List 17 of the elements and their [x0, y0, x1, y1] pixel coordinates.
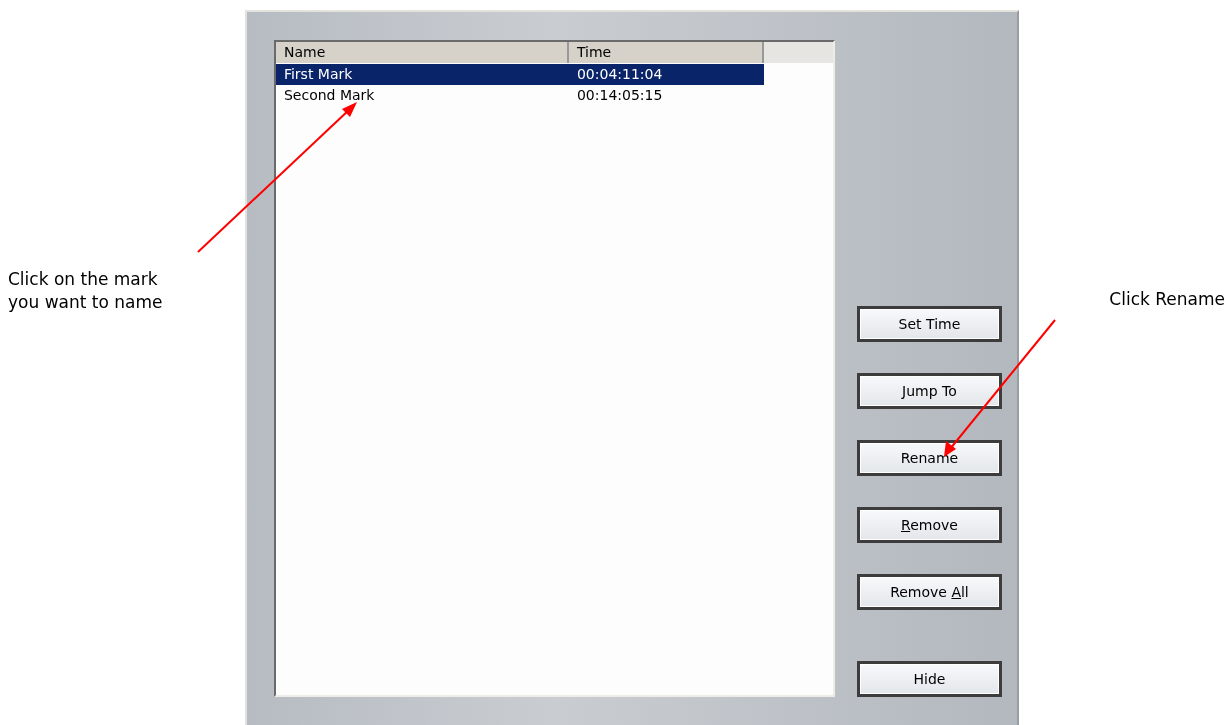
- mark-time: 00:04:11:04: [575, 65, 664, 84]
- column-header[interactable]: Name: [275, 42, 569, 63]
- mark-name: Second Mark: [282, 86, 376, 105]
- dialog-button[interactable]: Remove All: [856, 574, 1002, 610]
- list-row[interactable]: First Mark 00:04:11:04: [275, 64, 764, 85]
- column-header[interactable]: Time: [568, 42, 764, 63]
- dialog-button[interactable]: Remove: [856, 507, 1002, 543]
- mark-name: First Mark: [282, 65, 354, 84]
- annotation-text: Click Rename: [1109, 289, 1225, 309]
- dialog-button[interactable]: Jump To: [856, 373, 1002, 409]
- dialog-button[interactable]: Rename: [856, 440, 1002, 476]
- annotation-text: Click on the mark you want to name: [8, 268, 164, 314]
- column-header-filler: [763, 42, 833, 63]
- mark-time: 00:14:05:15: [575, 86, 664, 105]
- dialog-button[interactable]: Set Time: [856, 306, 1002, 342]
- hide-button[interactable]: Hide: [856, 661, 1002, 697]
- list-row[interactable]: Second Mark 00:14:05:15: [275, 85, 764, 106]
